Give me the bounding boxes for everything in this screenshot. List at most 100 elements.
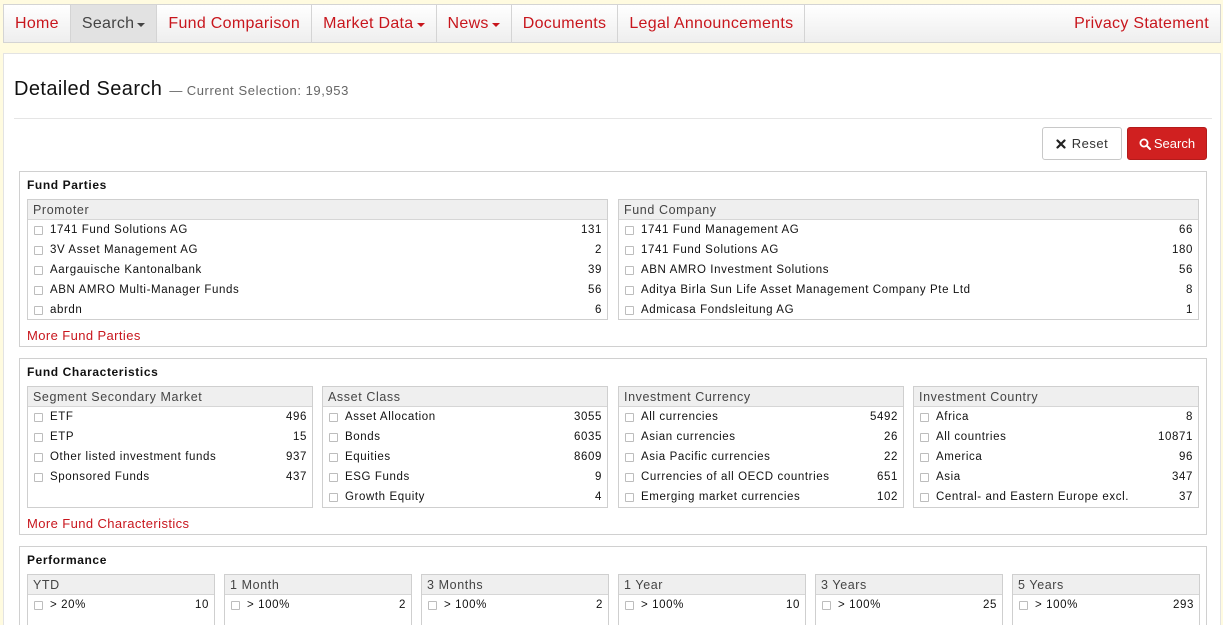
filter-option[interactable]: Currencies of all OECD countries 651 <box>619 467 903 487</box>
filter-option[interactable]: Aditya Birla Sun Life Asset Management C… <box>619 280 1198 300</box>
filter-option[interactable]: Admicasa Fondsleitung AG 1 <box>619 300 1198 319</box>
fund-company-filter-box: Fund Company 1741 Fund Management AG 66 17… <box>618 199 1199 320</box>
nav-privacy-statement[interactable]: Privacy Statement <box>1063 5 1220 42</box>
performance-3-years-box: 3 Years > 100% 25 <box>815 574 1003 625</box>
filter-option[interactable]: Equities 8609 <box>323 447 607 467</box>
option-checkbox[interactable] <box>625 492 634 502</box>
filter-option[interactable]: 1741 Fund Solutions AG 180 <box>619 240 1198 260</box>
option-checkbox[interactable] <box>34 285 43 295</box>
option-checkbox[interactable] <box>34 472 43 482</box>
option-checkbox[interactable] <box>625 452 634 462</box>
filter-option[interactable]: Sponsored Funds 437 <box>28 467 312 487</box>
option-checkbox[interactable] <box>329 412 338 422</box>
filter-option[interactable]: ESG Funds 9 <box>323 467 607 487</box>
option-checkbox[interactable] <box>625 412 634 422</box>
filter-option[interactable]: abrdn 6 <box>28 300 607 319</box>
option-label: Asia Pacific currencies <box>641 451 771 463</box>
reset-button[interactable]: Reset <box>1042 127 1122 160</box>
option-checkbox[interactable] <box>625 285 634 295</box>
option-checkbox[interactable] <box>920 412 929 422</box>
filter-option[interactable]: 1741 Fund Solutions AG 131 <box>28 220 607 240</box>
option-label: Aargauische Kantonalbank <box>50 264 202 276</box>
filter-option[interactable]: Other listed investment funds 937 <box>28 447 312 467</box>
filter-option[interactable]: Central- and Eastern Europe excl. 37 <box>914 487 1198 507</box>
nav-market-data[interactable]: Market Data <box>312 5 437 42</box>
option-checkbox[interactable] <box>34 225 43 235</box>
option-checkbox[interactable] <box>329 492 338 502</box>
option-checkbox[interactable] <box>920 452 929 462</box>
option-label: Currencies of all OECD countries <box>641 471 830 483</box>
filter-option[interactable]: ETP 15 <box>28 427 312 447</box>
more-fund-characteristics-link[interactable]: More Fund Characteristics <box>27 516 189 531</box>
option-checkbox[interactable] <box>34 600 43 610</box>
filter-option[interactable]: All countries 10871 <box>914 427 1198 447</box>
filter-option[interactable]: > 100% 2 <box>422 595 608 615</box>
filter-option[interactable]: 3V Asset Management AG 2 <box>28 240 607 260</box>
option-checkbox[interactable] <box>428 600 437 610</box>
option-count: 4 <box>595 491 602 503</box>
search-button[interactable]: Search <box>1127 127 1207 160</box>
option-checkbox[interactable] <box>625 225 634 235</box>
asset-class-heading: Asset Class <box>323 387 607 407</box>
filter-option[interactable]: > 100% 293 <box>1013 595 1199 615</box>
filter-option[interactable]: ABN AMRO Multi-Manager Funds 56 <box>28 280 607 300</box>
option-label: > 100% <box>247 599 290 611</box>
filter-option[interactable]: > 100% 25 <box>816 595 1002 615</box>
option-checkbox[interactable] <box>34 432 43 442</box>
option-checkbox[interactable] <box>231 600 240 610</box>
filter-option[interactable]: > 20% 10 <box>28 595 214 615</box>
nav-home[interactable]: Home <box>4 5 71 42</box>
filter-option[interactable]: Asian currencies 26 <box>619 427 903 447</box>
option-checkbox[interactable] <box>625 265 634 275</box>
filter-option[interactable]: Asset Allocation 3055 <box>323 407 607 427</box>
filter-option[interactable]: ABN AMRO Investment Solutions 56 <box>619 260 1198 280</box>
option-checkbox[interactable] <box>34 452 43 462</box>
option-checkbox[interactable] <box>920 492 929 502</box>
option-checkbox[interactable] <box>625 432 634 442</box>
filter-option[interactable]: Asia Pacific currencies 22 <box>619 447 903 467</box>
nav-search[interactable]: Search <box>70 5 158 42</box>
filter-option[interactable]: > 100% 2 <box>225 595 411 615</box>
nav-documents[interactable]: Documents <box>512 5 619 42</box>
segment-secondary-market-options: ETF 496 ETP 15 Other listed investment funds… <box>28 407 312 487</box>
option-checkbox[interactable] <box>822 600 831 610</box>
filter-option[interactable]: Emerging market currencies 102 <box>619 487 903 507</box>
filter-option[interactable]: Asia 347 <box>914 467 1198 487</box>
filter-option[interactable]: > 100% 10 <box>619 595 805 615</box>
option-count: 937 <box>286 451 307 463</box>
filter-option[interactable]: ETF 496 <box>28 407 312 427</box>
option-label: Central- and Eastern Europe excl. <box>936 491 1130 503</box>
option-checkbox[interactable] <box>920 432 929 442</box>
filter-option[interactable]: All currencies 5492 <box>619 407 903 427</box>
filter-option[interactable]: Bonds 6035 <box>323 427 607 447</box>
option-checkbox[interactable] <box>34 265 43 275</box>
option-checkbox[interactable] <box>34 305 43 315</box>
option-label: Bonds <box>345 431 381 443</box>
option-checkbox[interactable] <box>625 600 634 610</box>
option-count: 651 <box>877 471 898 483</box>
nav-fund-comparison[interactable]: Fund Comparison <box>157 5 313 42</box>
option-checkbox[interactable] <box>329 432 338 442</box>
option-count: 2 <box>399 599 406 611</box>
filter-option[interactable]: Africa 8 <box>914 407 1198 427</box>
filter-option[interactable]: America 96 <box>914 447 1198 467</box>
option-checkbox[interactable] <box>625 245 634 255</box>
filter-option[interactable]: Aargauische Kantonalbank 39 <box>28 260 607 280</box>
main-navbar: Home Search Fund Comparison Market Data … <box>3 4 1221 43</box>
option-label: 1741 Fund Management AG <box>641 224 800 236</box>
option-checkbox[interactable] <box>329 452 338 462</box>
option-checkbox[interactable] <box>34 412 43 422</box>
option-checkbox[interactable] <box>1019 600 1028 610</box>
more-fund-parties-link[interactable]: More Fund Parties <box>27 328 141 343</box>
option-checkbox[interactable] <box>920 472 929 482</box>
option-checkbox[interactable] <box>34 245 43 255</box>
filter-option[interactable]: Growth Equity 4 <box>323 487 607 507</box>
option-checkbox[interactable] <box>329 472 338 482</box>
nav-legal-announcements[interactable]: Legal Announcements <box>618 5 806 42</box>
filter-option[interactable]: 1741 Fund Management AG 66 <box>619 220 1198 240</box>
option-checkbox[interactable] <box>625 305 634 315</box>
option-label: Other listed investment funds <box>50 451 217 463</box>
nav-news[interactable]: News <box>437 5 512 42</box>
selection-label: Current Selection: <box>186 83 302 98</box>
option-checkbox[interactable] <box>625 472 634 482</box>
